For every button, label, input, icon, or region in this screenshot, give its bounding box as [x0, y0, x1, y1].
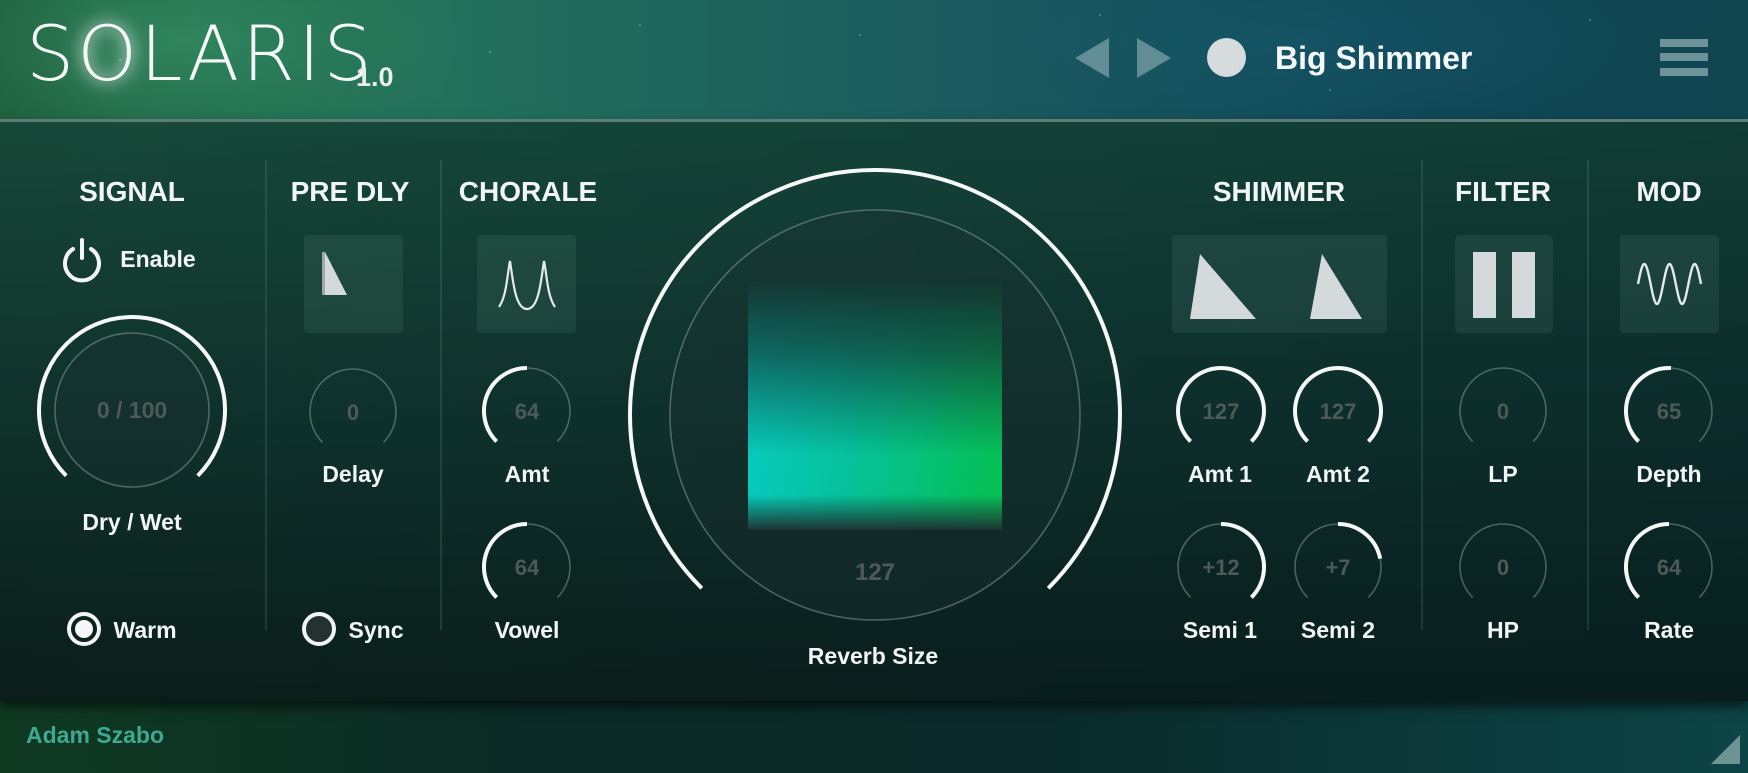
section-divider	[1587, 160, 1589, 630]
enable-label[interactable]: Enable	[120, 246, 195, 273]
delay-knob[interactable]: 0	[302, 361, 404, 463]
delay-label: Delay	[322, 461, 384, 487]
next-preset-icon[interactable]	[1137, 38, 1171, 78]
pre-delay-mode-button[interactable]	[304, 235, 403, 333]
rate-label: Rate	[1644, 617, 1694, 643]
chorale-mode-button[interactable]	[477, 235, 576, 333]
sine-wave-icon	[1636, 262, 1703, 306]
semi2-label: Semi 2	[1300, 617, 1376, 643]
dry-wet-knob[interactable]: 0 / 100	[31, 309, 233, 511]
knob-value-text: 0 / 100	[97, 397, 167, 423]
shimmer-amt1-knob[interactable]: 127	[1170, 360, 1272, 462]
reverb-size-value: 127	[854, 559, 896, 586]
menu-bar	[1660, 39, 1708, 47]
vowel-label: Vowel	[494, 617, 560, 643]
section-divider	[440, 160, 442, 630]
author-link[interactable]: Adam Szabo	[26, 722, 164, 749]
sync-radio[interactable]	[302, 612, 336, 646]
sync-label[interactable]: Sync	[349, 617, 404, 644]
rate-knob[interactable]: 64	[1618, 516, 1720, 618]
logo-text-glow-o: O	[77, 9, 141, 98]
header: SOLARIS 1.0 Big Shimmer	[0, 0, 1748, 118]
previous-preset-icon[interactable]	[1075, 38, 1109, 78]
knob-value-text: 0	[1497, 555, 1509, 580]
lp-label: LP	[1488, 461, 1518, 487]
shimmer-amt2-knob[interactable]: 127	[1287, 360, 1389, 462]
section-divider	[1421, 160, 1423, 630]
knob-value-text: 64	[515, 555, 540, 580]
hp-knob[interactable]: 0	[1452, 516, 1554, 618]
knob-value-text: 0	[1497, 399, 1509, 424]
section-title-shimmer: SHIMMER	[1212, 176, 1346, 207]
knob-value-text: +12	[1202, 555, 1239, 580]
power-icon[interactable]	[60, 238, 104, 284]
chorale-amt-knob[interactable]: 64	[476, 360, 578, 462]
menu-bar	[1660, 68, 1708, 76]
resize-corner-icon[interactable]	[1711, 735, 1740, 764]
reverb-size-label: Reverb Size	[807, 643, 939, 669]
semi1-knob[interactable]: +12	[1170, 516, 1272, 618]
knob-value-text: 64	[1657, 555, 1682, 580]
semi1-label: Semi 1	[1182, 617, 1258, 643]
lp-knob[interactable]: 0	[1452, 360, 1554, 462]
depth-knob[interactable]: 65	[1618, 360, 1720, 462]
knob-value-text: 0	[347, 400, 359, 425]
warm-label[interactable]: Warm	[113, 617, 176, 644]
menu-bar	[1660, 53, 1708, 61]
shimmer-mode-button[interactable]	[1172, 235, 1387, 333]
section-title-pre-dly: PRE DLY	[290, 176, 410, 207]
shimmer-amt2-label: Amt 2	[1306, 461, 1370, 487]
logo-text-rest: LARIS	[140, 9, 375, 98]
section-title-mod: MOD	[1636, 176, 1702, 207]
knob-value-text: 127	[1320, 399, 1357, 424]
knob-value-text: +7	[1325, 555, 1350, 580]
app-logo: SOLARIS	[26, 16, 375, 92]
section-title-filter: FILTER	[1455, 176, 1551, 207]
sine-wave-path	[1636, 262, 1703, 306]
formant-peaks-icon	[498, 260, 556, 311]
preset-indicator-icon[interactable]	[1207, 38, 1246, 77]
knob-value-arc	[1337, 522, 1383, 560]
hamburger-menu-icon[interactable]	[1660, 39, 1708, 76]
knob-value-text: 64	[515, 399, 540, 424]
semi2-knob[interactable]: +7	[1287, 516, 1389, 618]
reverb-visualizer	[748, 278, 1002, 530]
depth-label: Depth	[1636, 461, 1702, 487]
section-title-chorale: CHORALE	[458, 176, 598, 207]
hp-label: HP	[1487, 617, 1519, 643]
chorale-amt-label: Amt	[504, 461, 550, 487]
app-version: 1.0	[356, 62, 394, 92]
dual-ramp-triangles-icon	[1190, 254, 1362, 319]
warm-radio[interactable]	[67, 612, 101, 646]
logo-text-s: S	[26, 9, 78, 98]
section-divider	[265, 160, 267, 630]
dual-bars-icon	[1473, 252, 1535, 318]
preset-name[interactable]: Big Shimmer	[1275, 40, 1472, 77]
shimmer-amt1-label: Amt 1	[1188, 461, 1252, 487]
mod-waveform-button[interactable]	[1620, 235, 1719, 333]
ramp-triangle-icon	[322, 252, 347, 295]
footer-background	[0, 698, 1748, 773]
vowel-knob[interactable]: 64	[476, 516, 578, 618]
filter-mode-button[interactable]	[1455, 235, 1553, 333]
dry-wet-label: Dry / Wet	[82, 509, 182, 535]
knob-value-text: 65	[1657, 399, 1681, 424]
knob-value-text: 127	[1203, 399, 1240, 424]
section-title-signal: SIGNAL	[79, 176, 185, 207]
